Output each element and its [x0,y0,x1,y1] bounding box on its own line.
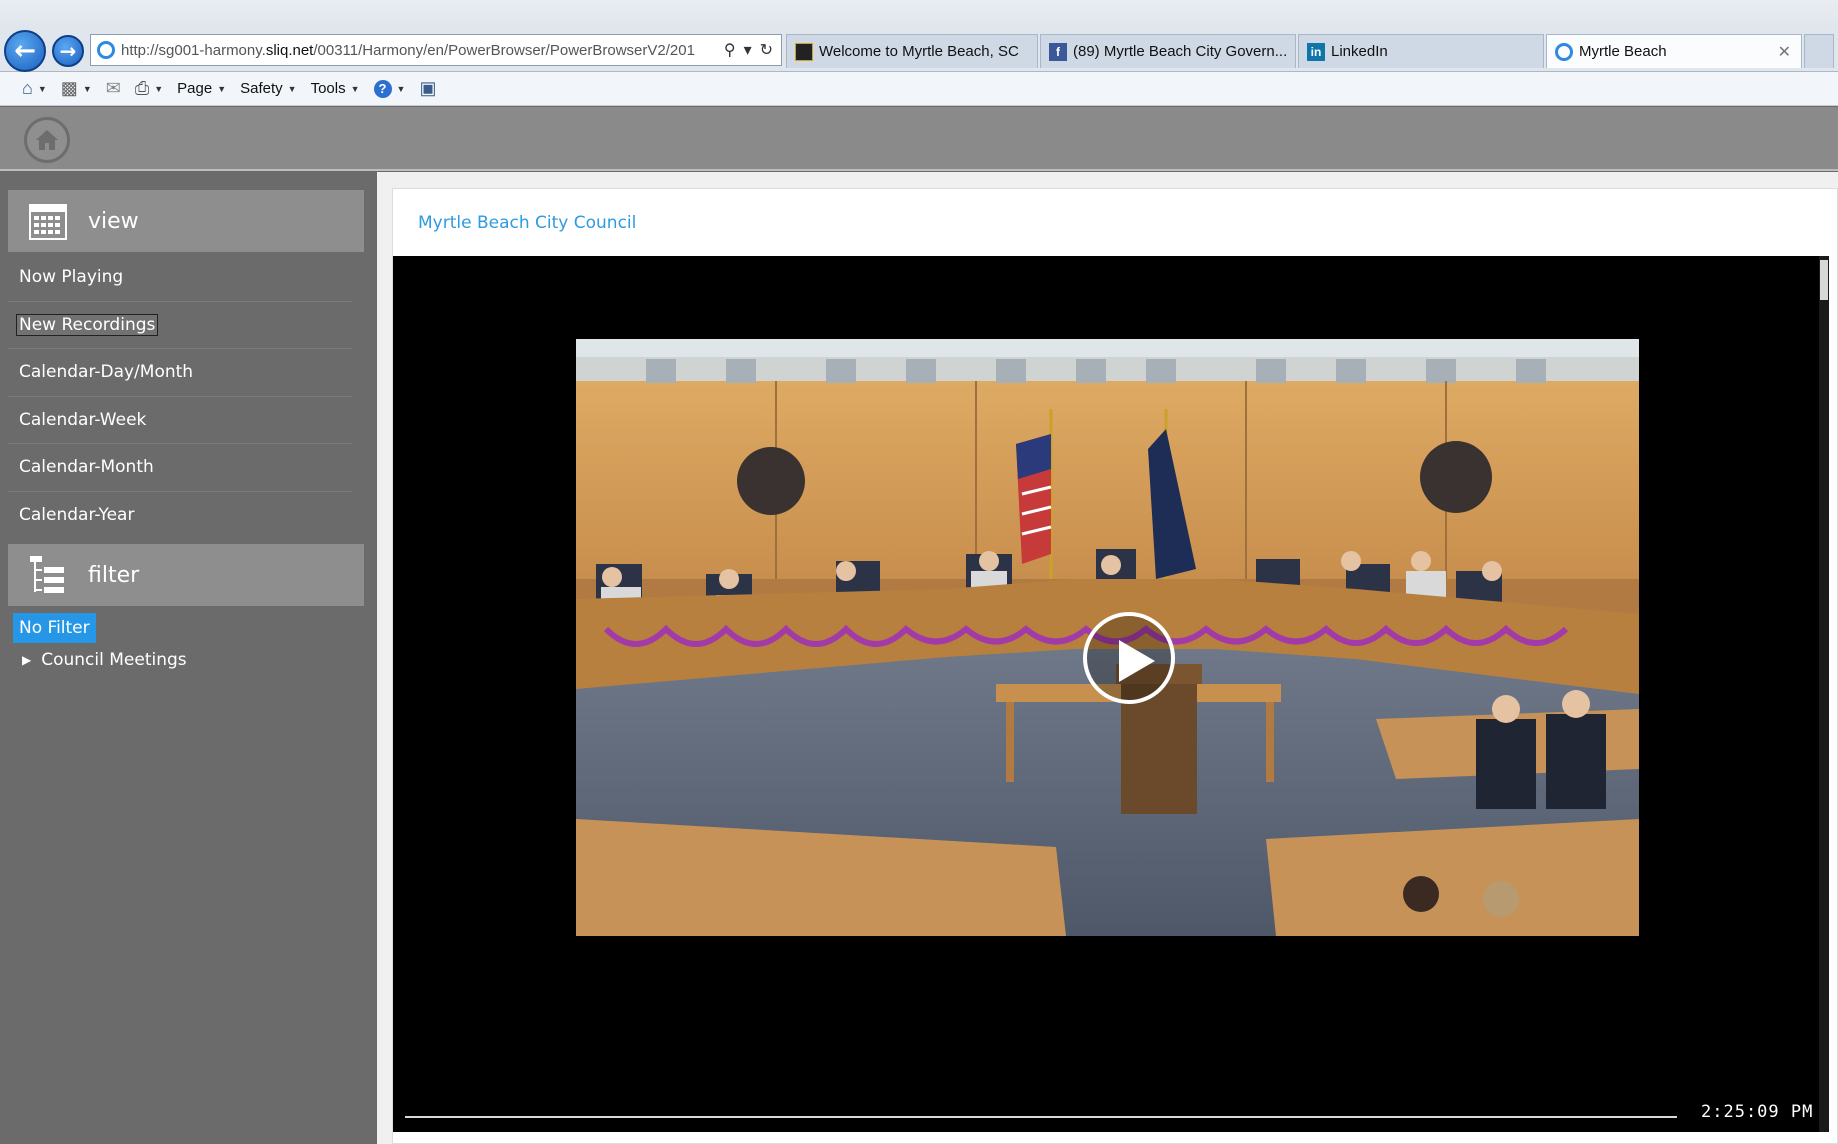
expand-arrow-icon[interactable]: ▶ [22,653,31,667]
seek-bar[interactable] [405,1116,1677,1118]
back-button[interactable]: ← [4,30,46,72]
tools-menu[interactable]: Tools ▼ [311,80,360,97]
dropdown-arrow-icon: ▼ [350,83,360,94]
ie-page-icon [1555,42,1573,61]
arrow-right-icon: → [59,39,77,63]
rss-feed-icon: ▩ [60,78,78,98]
refresh-icon[interactable]: ↻ [760,40,773,60]
play-button[interactable] [1083,612,1175,704]
calendar-grid-icon [28,201,68,241]
nav-label: Calendar-Month [19,457,154,478]
mail-icon: ✉ [105,78,121,98]
dropdown-arrow-icon: ▼ [287,83,297,94]
linkedin-icon: in [1307,42,1325,61]
video-player[interactable]: 2:25:09 PM [393,256,1827,1132]
nav-calendar-year[interactable]: Calendar-Year [8,492,352,540]
page-menu[interactable]: Page ▼ [177,80,226,97]
dropdown-arrow-icon: ▼ [217,83,227,94]
scrollbar-thumb[interactable] [1820,260,1828,300]
feeds-command[interactable]: ▩ ▼ [61,78,92,99]
panel-title: Myrtle Beach City Council [418,213,637,233]
video-timestamp: 2:25:09 PM [1701,1102,1814,1122]
dropdown-arrow-icon[interactable]: ▼ [38,84,47,94]
home-command[interactable]: ⌂ ▼ [22,78,47,99]
nav-calendar-week[interactable]: Calendar-Week [8,397,352,444]
tree-list-icon [28,555,68,595]
read-mail-command[interactable]: ✉ [106,78,121,99]
url-suffix: /00311/Harmony/en/PowerBrowser/PowerBrow… [313,41,695,59]
research-command[interactable]: ▣ [419,78,436,99]
nav-label: Now Playing [19,267,124,288]
nav-label: New Recordings [16,313,159,336]
player-scrollbar[interactable] [1819,256,1829,1132]
no-filter-label: No Filter [19,618,90,638]
research-icon: ▣ [419,78,437,98]
nav-label: Calendar-Year [19,505,135,526]
help-icon: ? [373,79,392,98]
dropdown-arrow-icon[interactable]: ▾ [744,40,752,60]
search-icon[interactable]: ⚲ [724,40,736,60]
tree-item-council-meetings[interactable]: ▶ Council Meetings [22,650,187,670]
tab-linkedin[interactable]: in LinkedIn [1298,34,1544,68]
forward-button[interactable]: → [52,35,84,67]
nav-now-playing[interactable]: Now Playing [8,254,352,302]
view-nav-list: Now Playing New Recordings Calendar-Day/… [8,254,352,539]
url-domain: sliq.net [265,41,314,59]
print-command[interactable]: ⎙ ▼ [135,78,163,99]
tab-myrtle-beach-active[interactable]: Myrtle Beach ✕ [1546,34,1802,68]
sidebar: view Now Playing New Recordings Calendar… [0,172,377,1144]
filter-section-title: filter [88,562,140,588]
nav-calendar-day-month[interactable]: Calendar-Day/Month [8,349,352,397]
view-section-title: view [88,208,139,234]
tree-item-label: Council Meetings [41,650,187,670]
tab-label: LinkedIn [1331,43,1388,60]
printer-icon: ⎙ [134,78,150,98]
window-title-strip [0,0,1838,30]
new-tab-button[interactable] [1804,34,1834,68]
safety-menu[interactable]: Safety ▼ [240,80,296,97]
tab-facebook[interactable]: f (89) Myrtle Beach City Govern... [1040,34,1296,68]
tab-label: Myrtle Beach [1579,43,1667,60]
command-bar: ⌂ ▼ ▩ ▼ ✉ ⎙ ▼ Page ▼ Safety ▼ Tools ▼ ? ▼ ▣ [0,72,1838,106]
arrow-left-icon: ← [14,36,36,66]
site-favicon-icon [795,42,813,61]
dropdown-arrow-icon[interactable]: ▼ [83,84,92,94]
tab-label: (89) Myrtle Beach City Govern... [1073,43,1288,60]
house-icon [36,130,58,150]
app-header [0,107,1838,171]
dropdown-arrow-icon: ▼ [396,83,406,94]
dropdown-arrow-icon[interactable]: ▼ [154,84,163,94]
page-menu-label: Page [177,80,213,97]
browser-chrome: ← → http://sg001-harmony.sliq.net/00311/… [0,30,1838,72]
nav-label: Calendar-Week [19,409,147,430]
tools-menu-label: Tools [310,80,346,97]
help-menu[interactable]: ? ▼ [373,79,406,98]
video-frame[interactable] [576,339,1639,936]
nav-calendar-month[interactable]: Calendar-Month [8,444,352,492]
no-filter-button[interactable]: No Filter [13,613,96,643]
nav-label: Calendar-Day/Month [19,362,194,383]
app-home-button[interactable] [24,117,70,163]
ie-logo-icon [97,41,115,59]
filter-section-header[interactable]: filter [8,544,364,606]
url-prefix: http://sg001-harmony. [121,41,266,59]
nav-new-recordings[interactable]: New Recordings [8,302,352,349]
safety-menu-label: Safety [240,80,283,97]
address-bar[interactable]: http://sg001-harmony.sliq.net/00311/Harm… [90,34,782,66]
facebook-icon: f [1049,42,1067,61]
close-tab-icon[interactable]: ✕ [1778,42,1791,62]
view-section-header[interactable]: view [8,190,364,252]
address-url[interactable]: http://sg001-harmony.sliq.net/00311/Harm… [121,42,716,59]
play-icon [1119,640,1155,682]
tab-label: Welcome to Myrtle Beach, SC [819,43,1019,60]
tab-welcome-myrtle-beach[interactable]: Welcome to Myrtle Beach, SC [786,34,1038,68]
main-area: Myrtle Beach City Council 2:25:09 PM [377,172,1838,1144]
home-icon: ⌂ [22,78,33,98]
